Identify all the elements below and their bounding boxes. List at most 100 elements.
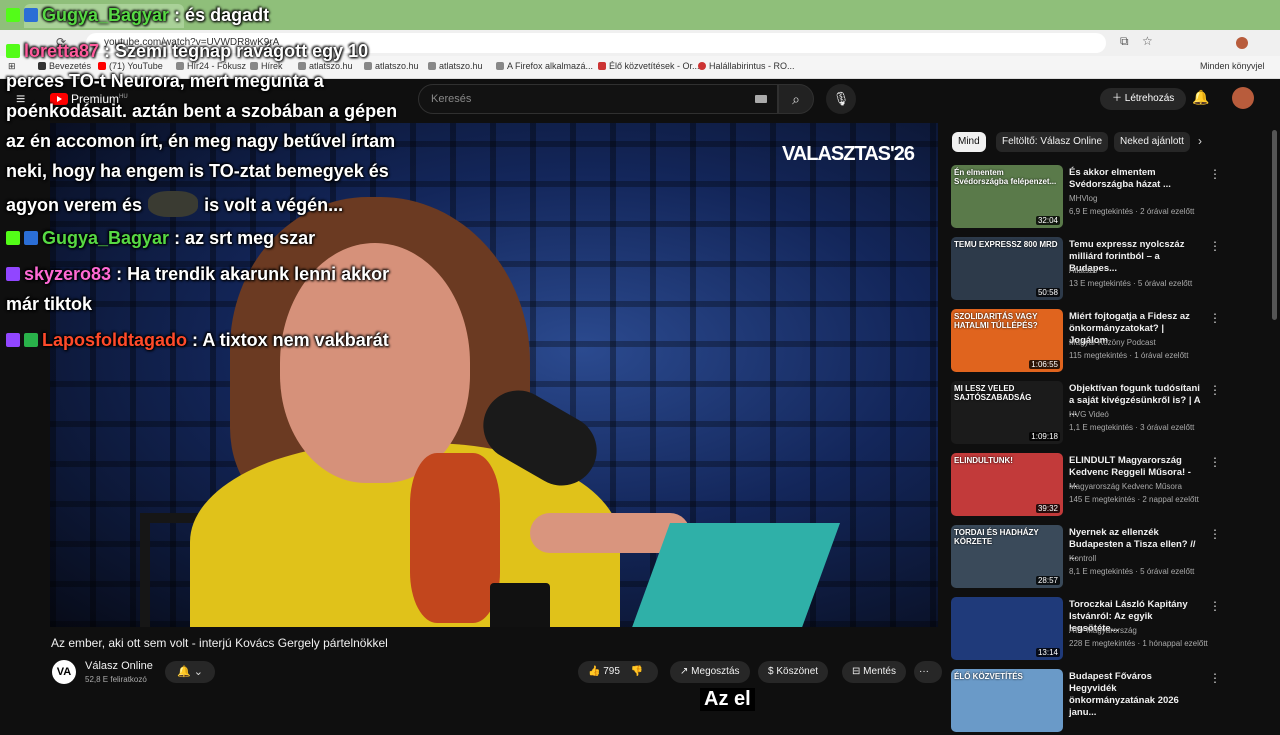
recommended-channel-name[interactable]: HVG Videó — [1069, 410, 1109, 419]
recommended-video[interactable]: TORDAI ÉS HADHÁZY KÖRZETE 28:57 Nyernek az… — [951, 525, 1251, 591]
chat-text: : A tixtox nem vakbarát — [187, 330, 389, 350]
voice-search-mic-icon[interactable]: 🎙 — [826, 84, 856, 114]
like-button[interactable]: 👍 795 👎 — [578, 661, 658, 683]
save-icon: ⊟ — [852, 666, 861, 677]
sub-badge-icon — [24, 8, 38, 22]
video-thumbnail[interactable]: Én elmentem Svédországba felépenzet... 32… — [951, 165, 1063, 228]
recommended-channel-name[interactable]: Magyarország Kedvenc Műsora — [1069, 482, 1182, 491]
thanks-button[interactable]: $ Köszönet — [758, 661, 829, 683]
recommended-video-meta: 145 E megtekintés · 2 nappal ezelőtt — [1069, 495, 1199, 504]
other-bookmarks[interactable]: Minden könyvjel — [1200, 61, 1265, 71]
chat-emote-image — [148, 191, 199, 217]
recommended-channel-name[interactable]: MHVlog — [1069, 194, 1097, 203]
chevron-right-icon[interactable]: › — [1198, 134, 1202, 148]
more-vert-icon[interactable]: ⋮ — [1209, 239, 1221, 253]
chat-text-line: poénkodásait. aztán bent a szobában a gé… — [6, 101, 398, 121]
recommended-channel-name[interactable]: Atlatszo — [1069, 266, 1097, 275]
more-vert-icon[interactable]: ⋮ — [1209, 455, 1221, 469]
more-vert-icon[interactable]: ⋮ — [1209, 527, 1221, 541]
search-icon: ⌕ — [792, 91, 800, 107]
chip-recommended[interactable]: Neked ajánlott — [1114, 132, 1190, 152]
chat-username: skyzero83 — [24, 264, 112, 284]
avatar[interactable] — [1232, 87, 1254, 109]
checkmark-badge-icon — [24, 333, 38, 347]
bookmark-item[interactable]: atlatszo.hu — [298, 61, 353, 71]
chat-message: Gugya_Bagyar : és dagadt — [6, 5, 269, 26]
recommended-video[interactable]: MI LESZ VELED SAJTÓSZABADSÁG 1:09:18 Objek… — [951, 381, 1251, 447]
bookmark-item[interactable]: Halállabirintus - RO... — [698, 61, 795, 71]
recommended-video-meta: 8,1 E megtekintés · 5 órával ezelőtt — [1069, 567, 1195, 576]
more-actions-button[interactable]: ··· — [914, 661, 942, 683]
recommended-video[interactable]: Én elmentem Svédországba felépenzet... 32… — [951, 165, 1251, 231]
bookmark-item[interactable]: atlatszo.hu — [428, 61, 483, 71]
video-thumbnail[interactable]: 13:14 — [951, 597, 1063, 660]
sidebar-scrollbar[interactable] — [1272, 130, 1277, 320]
share-button[interactable]: ↗ Megosztás — [670, 661, 750, 683]
save-button[interactable]: ⊟ Mentés — [842, 661, 906, 683]
video-thumbnail[interactable]: TORDAI ÉS HADHÁZY KÖRZETE 28:57 — [951, 525, 1063, 588]
subtitle-caption: Az el — [700, 688, 755, 711]
video-thumbnail[interactable]: TEMU EXPRESSZ 800 MRD 50:58 — [951, 237, 1063, 300]
channel-name[interactable]: Válasz Online — [85, 660, 153, 672]
profile-icon[interactable] — [1236, 37, 1248, 49]
sub-badge-icon — [24, 231, 38, 245]
subscription-bell-button[interactable]: 🔔 ⌄ — [165, 661, 215, 683]
video-thumbnail[interactable]: SZOLIDARITÁS VAGY HATALMI TÚLLÉPÉS? 1:06:… — [951, 309, 1063, 372]
cast-icon[interactable]: ⧉ — [1120, 34, 1129, 49]
thumbnail-caption: Én elmentem Svédországba felépenzet... — [954, 168, 1057, 186]
video-duration: 50:58 — [1035, 288, 1060, 297]
video-thumbnail[interactable]: ELINDULTUNK! 39:32 — [951, 453, 1063, 516]
kick-badge-icon — [6, 231, 20, 245]
video-brand-watermark: VALASZTAS'26 — [781, 143, 915, 165]
thumbnail-caption: TORDAI ÉS HADHÁZY KÖRZETE — [954, 528, 1039, 546]
recommended-channel-name[interactable]: Magyar Közöny Podcast — [1069, 338, 1156, 347]
chat-message: Laposfoldtagado : A tixtox nem vakbarát — [6, 330, 389, 351]
thanks-icon: $ — [768, 666, 774, 677]
bookmark-item[interactable]: Hír24 - Fókusz — [176, 61, 246, 71]
chat-text-line: az én accomon írt, én meg nagy betűvel í… — [6, 131, 396, 151]
channel-avatar[interactable]: VA — [52, 660, 76, 684]
chat-text-line: neki, hogy ha engem is TO-ztat bemegyek … — [6, 161, 389, 181]
video-title: Az ember, aki ott sem volt - interjú Kov… — [51, 636, 388, 650]
bell-icon: 🔔 — [177, 666, 191, 678]
thumbs-up-icon: 👍 — [588, 666, 601, 677]
notifications-bell-icon[interactable]: 🔔 — [1192, 89, 1209, 106]
keyboard-icon[interactable] — [755, 95, 767, 103]
more-vert-icon[interactable]: ⋮ — [1209, 311, 1221, 325]
search-button[interactable]: ⌕ — [778, 84, 814, 114]
video-thumbnail[interactable]: MI LESZ VELED SAJTÓSZABADSÁG 1:09:18 — [951, 381, 1063, 444]
recommended-video[interactable]: SZOLIDARITÁS VAGY HATALMI TÚLLÉPÉS? 1:06:… — [951, 309, 1251, 375]
recommended-video-title[interactable]: Budapest Főváros Hegyvidék önkormányzatá… — [1069, 671, 1201, 719]
video-thumbnail[interactable]: ÉLŐ KÖZVETÍTÉS — [951, 669, 1063, 732]
bookmark-item[interactable]: Hírek — [250, 61, 283, 71]
recommended-video[interactable]: ELINDULTUNK! 39:32 ELINDULT Magyarország K… — [951, 453, 1251, 519]
recommended-video[interactable]: TEMU EXPRESSZ 800 MRD 50:58 Temu expressz … — [951, 237, 1251, 303]
video-duration: 32:04 — [1035, 216, 1060, 225]
kick-badge-icon — [6, 8, 20, 22]
recommended-video[interactable]: 13:14 Toroczkai László Kapitány Istvánról… — [951, 597, 1251, 663]
bookmark-star-icon[interactable]: ☆ — [1142, 34, 1153, 48]
recommended-channel-name[interactable]: Kontroll — [1069, 554, 1096, 563]
chat-text-line: perces TO-t Neurora, mert megunta a — [6, 71, 324, 91]
recommended-channel-name[interactable]: ATV Magyarország — [1069, 626, 1137, 635]
chat-text: : Ha trendik akarunk lenni akkor — [111, 264, 390, 284]
share-icon: ↗ — [680, 666, 689, 677]
more-vert-icon[interactable]: ⋮ — [1209, 599, 1221, 613]
bookmark-item[interactable]: atlatszo.hu — [364, 61, 419, 71]
bookmark-item[interactable]: Élő közvetítések - Or... — [598, 61, 700, 71]
more-vert-icon[interactable]: ⋮ — [1209, 383, 1221, 397]
bookmark-item[interactable]: A Firefox alkalmazá... — [496, 61, 593, 71]
bookmark-item[interactable]: (71) YouTube — [98, 61, 163, 71]
recommended-video-title[interactable]: És akkor elmentem Svédországba házat ... — [1069, 167, 1201, 191]
search-input[interactable]: Keresés — [418, 84, 778, 114]
chip-all[interactable]: Mind — [952, 132, 986, 152]
recommended-video[interactable]: ÉLŐ KÖZVETÍTÉS Budapest Főváros Hegyvidék… — [951, 669, 1251, 735]
bookmark-item[interactable]: Bevezetés — [38, 61, 91, 71]
video-duration: 28:57 — [1035, 576, 1060, 585]
more-vert-icon[interactable]: ⋮ — [1209, 671, 1221, 685]
create-button[interactable]: ＋ Létrehozás — [1100, 88, 1187, 110]
chip-uploader[interactable]: Feltöltő: Válasz Online — [996, 132, 1109, 152]
chat-username: Gugya_Bagyar — [42, 5, 170, 25]
thumbnail-caption: TEMU EXPRESSZ 800 MRD — [954, 240, 1058, 249]
more-vert-icon[interactable]: ⋮ — [1209, 167, 1221, 181]
